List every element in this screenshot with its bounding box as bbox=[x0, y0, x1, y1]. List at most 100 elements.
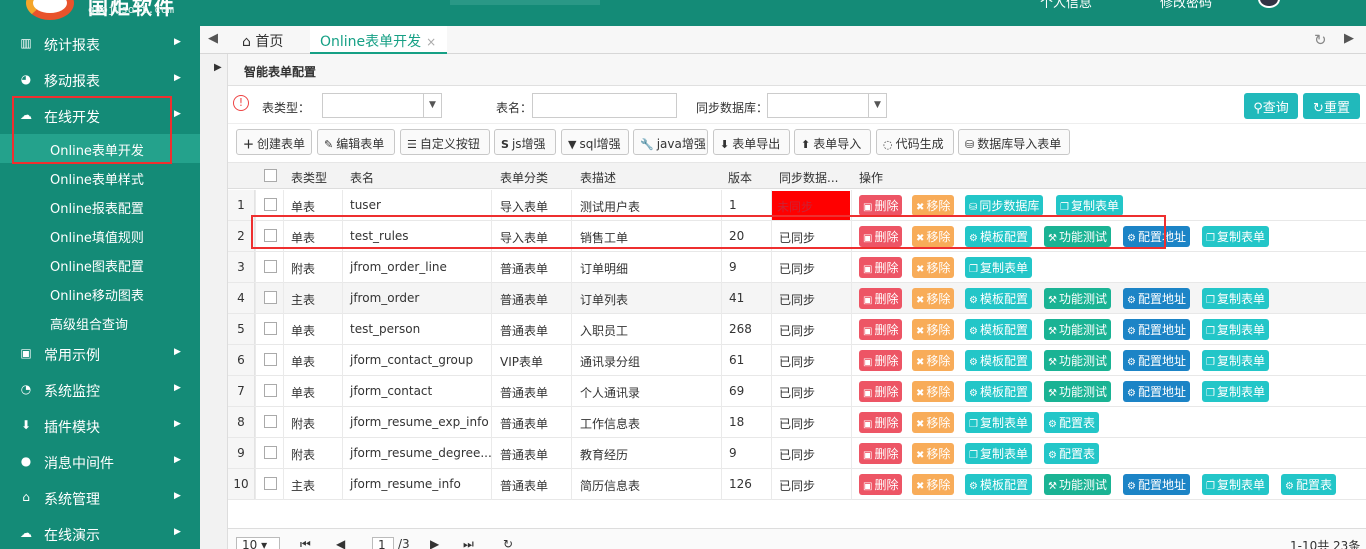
sidebar-item-mobile-report[interactable]: ◕ 移动报表 ▶ bbox=[0, 62, 200, 98]
table-row[interactable]: 4 主表 jfrom_order 普通表单 订单列表 41 已同步 ▣ 删除 ✖ 移除 ⚙ 模板配置 ⚒ 功… bbox=[228, 283, 1366, 314]
config-address-button[interactable]: ⚙ 配置地址 bbox=[1123, 288, 1190, 309]
edit-form-button[interactable]: ✎ 编辑表单 bbox=[317, 129, 395, 155]
copy-form-button[interactable]: ❐ 复制表单 bbox=[965, 412, 1032, 433]
col-header-sync[interactable]: 同步数据... bbox=[779, 169, 838, 186]
sidebar-item-examples[interactable]: ▣ 常用示例 ▶ bbox=[0, 336, 200, 372]
row-checkbox[interactable] bbox=[264, 446, 277, 459]
form-export-button[interactable]: ⬇ 表单导出 bbox=[713, 129, 790, 155]
remove-button[interactable]: ✖ 移除 bbox=[912, 381, 955, 402]
create-form-button[interactable]: ＋创建表单 bbox=[236, 129, 312, 155]
table-type-select[interactable]: ▼ bbox=[322, 93, 442, 118]
config-table-button[interactable]: ⚙ 配置表 bbox=[1044, 443, 1099, 464]
first-page-icon[interactable]: ⏮ bbox=[300, 537, 311, 549]
row-checkbox[interactable] bbox=[264, 260, 277, 273]
sync-db-button[interactable]: ⛁ 同步数据库 bbox=[965, 195, 1044, 216]
delete-button[interactable]: ▣ 删除 bbox=[859, 381, 903, 402]
copy-form-button[interactable]: ❐ 复制表单 bbox=[1202, 319, 1269, 340]
sync-db-select[interactable]: ▼ bbox=[767, 93, 887, 118]
sql-enhance-button[interactable]: ▼ sql增强 bbox=[561, 129, 629, 155]
select-all-checkbox[interactable] bbox=[264, 169, 277, 182]
tab-scroll-right-icon[interactable]: ▶ bbox=[1344, 31, 1354, 46]
sidebar-item-demo[interactable]: ☁ 在线演示 ▶ bbox=[0, 516, 200, 549]
table-row[interactable]: 7 单表 jform_contact 普通表单 个人通讯录 69 已同步 ▣ 删除 ✖ 移除 ⚙ 模板配… bbox=[228, 376, 1366, 407]
user-info-link[interactable]: 个人信息 bbox=[1040, 0, 1092, 11]
sidebar-sub-advanced-query[interactable]: 高级组合查询 bbox=[0, 308, 200, 337]
config-table-button[interactable]: ⚙ 配置表 bbox=[1281, 474, 1336, 495]
copy-form-button[interactable]: ❐ 复制表单 bbox=[1202, 350, 1269, 371]
row-checkbox[interactable] bbox=[264, 477, 277, 490]
tab-scroll-left-icon[interactable]: ◀ bbox=[208, 31, 218, 46]
row-checkbox[interactable] bbox=[264, 353, 277, 366]
remove-button[interactable]: ✖ 移除 bbox=[912, 288, 955, 309]
copy-form-button[interactable]: ❐ 复制表单 bbox=[1202, 474, 1269, 495]
sidebar-sub-online-mobile-chart[interactable]: Online移动图表 bbox=[0, 279, 200, 308]
remove-button[interactable]: ✖ 移除 bbox=[912, 412, 955, 433]
close-icon[interactable]: × bbox=[426, 35, 436, 49]
col-header-type[interactable]: 表类型 bbox=[291, 169, 327, 186]
template-config-button[interactable]: ⚙ 模板配置 bbox=[965, 474, 1032, 495]
sidebar-sub-online-chart-config[interactable]: Online图表配置 bbox=[0, 250, 200, 279]
function-test-button[interactable]: ⚒ 功能测试 bbox=[1044, 288, 1111, 309]
table-row[interactable]: 3 附表 jfrom_order_line 普通表单 订单明细 9 已同步 ▣ 删除 ✖ 移除 ❐ 复制… bbox=[228, 252, 1366, 283]
remove-button[interactable]: ✖ 移除 bbox=[912, 443, 955, 464]
col-header-version[interactable]: 版本 bbox=[728, 169, 752, 186]
delete-button[interactable]: ▣ 删除 bbox=[859, 412, 903, 433]
copy-form-button[interactable]: ❐ 复制表单 bbox=[1202, 381, 1269, 402]
delete-button[interactable]: ▣ 删除 bbox=[859, 474, 903, 495]
function-test-button[interactable]: ⚒ 功能测试 bbox=[1044, 474, 1111, 495]
reset-button[interactable]: ↻重置 bbox=[1303, 93, 1360, 119]
function-test-button[interactable]: ⚒ 功能测试 bbox=[1044, 319, 1111, 340]
java-enhance-button[interactable]: 🔧 java增强 bbox=[633, 129, 708, 155]
copy-form-button[interactable]: ❐ 复制表单 bbox=[965, 257, 1032, 278]
page-size-select[interactable]: 10 ▾ bbox=[236, 537, 280, 549]
form-import-button[interactable]: ⬆ 表单导入 bbox=[794, 129, 871, 155]
delete-button[interactable]: ▣ 删除 bbox=[859, 195, 903, 216]
last-page-icon[interactable]: ⏭ bbox=[463, 537, 474, 549]
table-row[interactable]: 5 单表 test_person 普通表单 入职员工 268 已同步 ▣ 删除 ✖ 移除 ⚙ 模板配置 ⚒… bbox=[228, 314, 1366, 345]
sidebar-sub-online-form-style[interactable]: Online表单样式 bbox=[0, 163, 200, 192]
delete-button[interactable]: ▣ 删除 bbox=[859, 288, 903, 309]
template-config-button[interactable]: ⚙ 模板配置 bbox=[965, 288, 1032, 309]
row-checkbox[interactable] bbox=[264, 198, 277, 211]
remove-button[interactable]: ✖ 移除 bbox=[912, 319, 955, 340]
sidebar-item-monitor[interactable]: ◔ 系统监控 ▶ bbox=[0, 372, 200, 408]
top-search[interactable] bbox=[450, 0, 600, 5]
remove-button[interactable]: ✖ 移除 bbox=[912, 350, 955, 371]
template-config-button[interactable]: ⚙ 模板配置 bbox=[965, 319, 1032, 340]
config-address-button[interactable]: ⚙ 配置地址 bbox=[1123, 381, 1190, 402]
remove-button[interactable]: ✖ 移除 bbox=[912, 257, 955, 278]
function-test-button[interactable]: ⚒ 功能测试 bbox=[1044, 381, 1111, 402]
row-checkbox[interactable] bbox=[264, 322, 277, 335]
change-password-link[interactable]: 修改密码 bbox=[1160, 0, 1212, 11]
delete-button[interactable]: ▣ 删除 bbox=[859, 257, 903, 278]
code-gen-button[interactable]: ◌ 代码生成 bbox=[876, 129, 954, 155]
config-address-button[interactable]: ⚙ 配置地址 bbox=[1123, 474, 1190, 495]
sidebar-sub-online-report-config[interactable]: Online报表配置 bbox=[0, 192, 200, 221]
delete-button[interactable]: ▣ 删除 bbox=[859, 319, 903, 340]
table-row[interactable]: 6 单表 jform_contact_group VIP表单 通讯录分组 61 已同步 ▣ 删除… bbox=[228, 345, 1366, 376]
copy-form-button[interactable]: ❐ 复制表单 bbox=[1202, 226, 1269, 247]
collapse-strip[interactable]: ▶ bbox=[200, 54, 228, 549]
avatar[interactable] bbox=[1258, 0, 1280, 8]
template-config-button[interactable]: ⚙ 模板配置 bbox=[965, 381, 1032, 402]
sidebar-item-message[interactable]: ● 消息中间件 ▶ bbox=[0, 444, 200, 480]
delete-button[interactable]: ▣ 删除 bbox=[859, 350, 903, 371]
query-button[interactable]: ⚲查询 bbox=[1244, 93, 1298, 119]
refresh-icon[interactable]: ↻ bbox=[503, 537, 513, 549]
col-header-desc[interactable]: 表描述 bbox=[580, 169, 616, 186]
sidebar-sub-online-fill-rule[interactable]: Online填值规则 bbox=[0, 221, 200, 250]
js-enhance-button[interactable]: Sjs增强 bbox=[494, 129, 556, 155]
function-test-button[interactable]: ⚒ 功能测试 bbox=[1044, 350, 1111, 371]
refresh-icon[interactable]: ↻ bbox=[1314, 31, 1327, 49]
prev-page-icon[interactable]: ◀ bbox=[336, 537, 345, 549]
config-table-button[interactable]: ⚙ 配置表 bbox=[1044, 412, 1099, 433]
sidebar-item-plugins[interactable]: ⬇ 插件模块 ▶ bbox=[0, 408, 200, 444]
sidebar-item-stats[interactable]: ▥ 统计报表 ▶ bbox=[0, 26, 200, 62]
custom-button-button[interactable]: ☰ 自定义按钮 bbox=[400, 129, 490, 155]
remove-button[interactable]: ✖ 移除 bbox=[912, 195, 955, 216]
col-header-name[interactable]: 表名 bbox=[350, 169, 374, 186]
row-checkbox[interactable] bbox=[264, 291, 277, 304]
row-checkbox[interactable] bbox=[264, 384, 277, 397]
table-row[interactable]: 10 主表 jform_resume_info 普通表单 简历信息表 126 已同步 ▣ 删除 ✖… bbox=[228, 469, 1366, 500]
copy-form-button[interactable]: ❐ 复制表单 bbox=[1056, 195, 1123, 216]
